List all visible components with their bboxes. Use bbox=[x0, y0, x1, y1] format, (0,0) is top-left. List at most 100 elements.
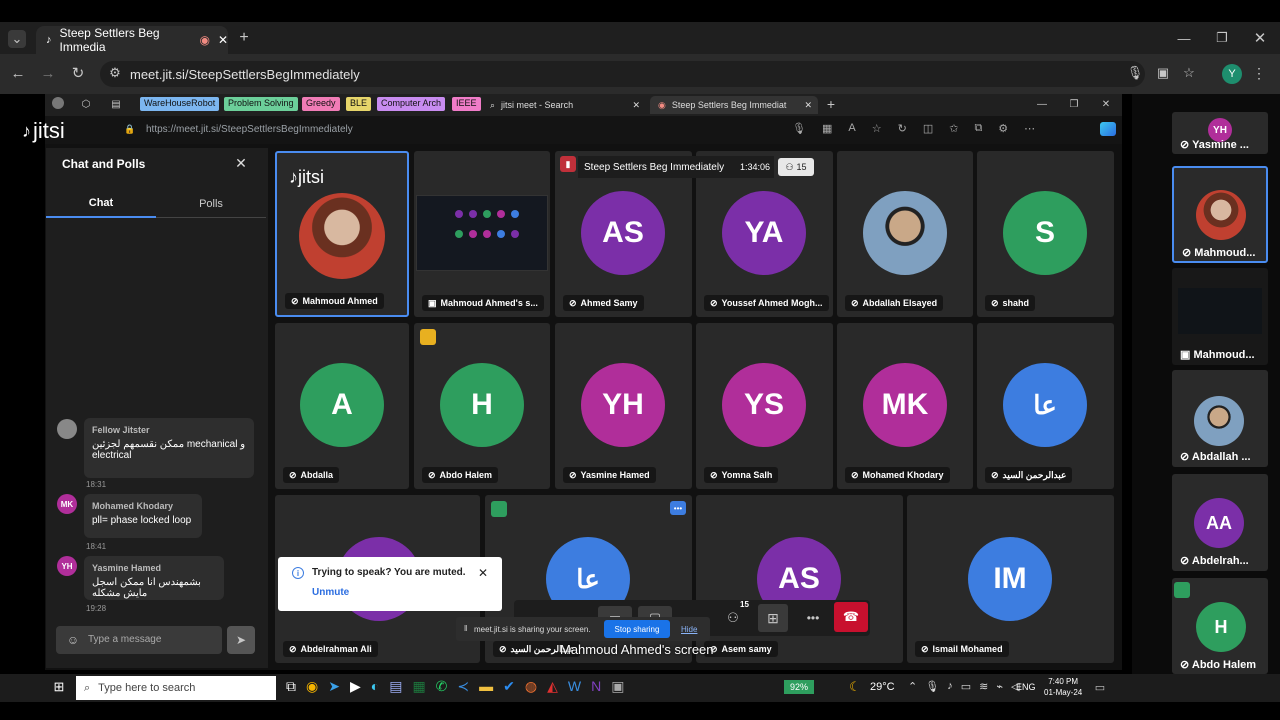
filmstrip-tile[interactable]: ⊘ Abdallah ... bbox=[1172, 370, 1268, 467]
battery-icon[interactable]: ▭ bbox=[961, 680, 971, 693]
todo-icon[interactable]: ✔ bbox=[503, 678, 515, 695]
close-window-button[interactable]: ✕ bbox=[1100, 98, 1112, 110]
new-tab-button[interactable]: + bbox=[236, 29, 252, 46]
media-player-icon[interactable]: ▶ bbox=[350, 678, 361, 695]
chrome-icon[interactable]: ◉ bbox=[306, 678, 318, 695]
menu-icon[interactable]: ⋮ bbox=[1252, 65, 1266, 81]
participant-tile[interactable]: IM ⊘ Ismail Mohamed bbox=[907, 495, 1114, 663]
apps-icon[interactable]: ▦ bbox=[822, 122, 832, 135]
minimize-button[interactable]: — bbox=[1176, 30, 1192, 46]
stop-sharing-button[interactable]: Stop sharing bbox=[604, 620, 670, 638]
extensions-icon[interactable]: ⚙ bbox=[998, 122, 1008, 135]
hide-button[interactable]: Hide bbox=[681, 625, 697, 634]
bookmark-tab[interactable]: IEEE bbox=[452, 97, 481, 111]
chat-input[interactable]: ☺ Type a message bbox=[56, 626, 222, 654]
minimize-button[interactable]: — bbox=[1036, 98, 1048, 110]
windows-start-icon[interactable]: ⊞ bbox=[52, 679, 66, 694]
filmstrip-tile[interactable]: ▣ Mahmoud... bbox=[1172, 268, 1268, 365]
acrobat-icon[interactable]: ◭ bbox=[547, 678, 558, 695]
close-tab-icon[interactable]: ✕ bbox=[218, 33, 228, 47]
participant-tile[interactable]: S ⊘ shahd bbox=[977, 151, 1114, 317]
microphone-icon[interactable]: 🎙 bbox=[925, 680, 939, 693]
bookmark-star-icon[interactable]: ☆ bbox=[1182, 65, 1196, 80]
filmstrip-tile[interactable]: H ⊘ Abdo Halem bbox=[1172, 578, 1268, 674]
bookmark-tab[interactable]: Computer Arch bbox=[377, 97, 446, 111]
copilot-icon[interactable] bbox=[1100, 122, 1116, 136]
word-icon[interactable]: W bbox=[568, 678, 581, 695]
read-aloud-icon[interactable]: A bbox=[848, 122, 855, 135]
cast-icon[interactable]: ▣ bbox=[1156, 65, 1170, 80]
participant-tile[interactable]: AS ⊘ Asem samy bbox=[696, 495, 903, 663]
participant-tile[interactable]: YS ⊘ Yomna Salh bbox=[696, 323, 833, 489]
wifi-icon[interactable]: ≋ bbox=[979, 680, 988, 693]
filmstrip-tile[interactable]: YH ⊘ Yasmine ... bbox=[1172, 112, 1268, 154]
site-info-icon[interactable]: ⚙ bbox=[108, 65, 122, 80]
edge-profile-icon[interactable] bbox=[52, 97, 64, 109]
refresh-icon[interactable]: ↻ bbox=[898, 122, 907, 135]
emoji-icon[interactable]: ☺ bbox=[66, 633, 80, 647]
language-indicator[interactable]: ENG bbox=[1016, 682, 1036, 692]
bookmark-tab[interactable]: WareHouseRobot bbox=[140, 97, 220, 111]
more-actions-button[interactable]: ••• bbox=[798, 606, 828, 630]
address-bar[interactable]: meet.jit.si/SteepSettlersBegImmediately bbox=[100, 61, 1145, 87]
edge-icon[interactable]: ◐ bbox=[371, 678, 379, 695]
close-notification-icon[interactable]: ✕ bbox=[478, 566, 488, 580]
file-explorer-icon[interactable]: ▬ bbox=[479, 678, 493, 695]
edge-tab-meeting[interactable]: ◉ Steep Settlers Beg Immediat ✕ bbox=[650, 96, 818, 114]
edge-tab-search[interactable]: ⌕ jitsi meet - Search ✕ bbox=[482, 96, 646, 114]
weather-icon[interactable]: ☾ bbox=[848, 679, 862, 694]
edge-workspaces-icon[interactable]: ⬡ bbox=[80, 98, 92, 110]
browser-tab[interactable]: ♪ Steep Settlers Beg Immedia ◉ ✕ bbox=[36, 26, 228, 54]
drag-handle-icon[interactable]: ‖ bbox=[464, 624, 467, 633]
favorites-icon[interactable]: ✩ bbox=[949, 122, 958, 135]
participant-count-badge[interactable]: ⚇ 15 bbox=[778, 158, 814, 176]
volume-icon[interactable]: ♪ bbox=[947, 680, 953, 693]
edge-url-text[interactable]: https://meet.jit.si/SteepSettlersBegImme… bbox=[146, 124, 353, 135]
edge-tab-actions-icon[interactable]: ▤ bbox=[110, 98, 122, 110]
bookmark-tab[interactable]: BLE bbox=[346, 97, 372, 111]
task-view-icon[interactable]: ⧉ bbox=[286, 678, 296, 695]
close-tab-icon[interactable]: ✕ bbox=[632, 100, 646, 111]
chevron-up-icon[interactable]: ⌃ bbox=[908, 680, 917, 693]
participant-tile[interactable]: ♪jitsi ⊘ Mahmoud Ahmed bbox=[275, 151, 409, 317]
close-window-button[interactable]: ✕ bbox=[1252, 30, 1268, 47]
weather-temp[interactable]: 29°C bbox=[870, 681, 895, 693]
participant-tile[interactable]: ⊘ Abdallah Elsayed bbox=[837, 151, 973, 317]
tab-polls[interactable]: Polls bbox=[156, 190, 266, 218]
split-screen-icon[interactable]: ◫ bbox=[923, 122, 933, 135]
unmute-button[interactable]: Unmute bbox=[312, 587, 349, 598]
leave-call-button[interactable]: ☎ bbox=[834, 602, 868, 632]
filmstrip-tile[interactable]: ⊘ Mahmoud... bbox=[1172, 166, 1268, 263]
forward-icon[interactable]: → bbox=[40, 65, 56, 82]
clock[interactable]: 7:40 PM 01-May-24 bbox=[1044, 676, 1082, 698]
onenote-icon[interactable]: N bbox=[591, 678, 601, 695]
telegram-icon[interactable]: ➤ bbox=[328, 678, 340, 695]
taskbar-search[interactable]: ⌕ Type here to search bbox=[76, 676, 276, 700]
participants-button[interactable]: ⚇ bbox=[718, 606, 748, 630]
firefox-icon[interactable]: ◍ bbox=[525, 678, 537, 695]
microphone-icon[interactable]: 🎙 bbox=[1127, 65, 1144, 80]
close-tab-icon[interactable]: ✕ bbox=[804, 100, 818, 111]
notepad-icon[interactable]: ▤ bbox=[389, 678, 402, 695]
microphone-icon[interactable]: 🎙 bbox=[792, 122, 806, 135]
bookmark-tab[interactable]: Problem Solving bbox=[224, 97, 298, 111]
participant-tile[interactable]: MK ⊘ Mohamed Khodary bbox=[837, 323, 973, 489]
close-chat-icon[interactable]: ✕ bbox=[234, 155, 248, 171]
photos-icon[interactable]: ▣ bbox=[611, 678, 624, 695]
vscode-icon[interactable]: ≺ bbox=[457, 678, 469, 695]
favorite-star-icon[interactable]: ☆ bbox=[872, 122, 882, 135]
battery-indicator[interactable]: 92% bbox=[784, 680, 814, 694]
participant-tile[interactable]: H ⊘ Abdo Halem bbox=[414, 323, 550, 489]
excel-icon[interactable]: ▦ bbox=[412, 678, 425, 695]
participant-tile[interactable]: A ⊘ Abdalla bbox=[275, 323, 409, 489]
whatsapp-icon[interactable]: ✆ bbox=[436, 678, 448, 695]
back-icon[interactable]: ← bbox=[10, 65, 26, 82]
maximize-button[interactable]: ❐ bbox=[1068, 98, 1080, 110]
maximize-button[interactable]: ❐ bbox=[1214, 30, 1230, 46]
more-icon[interactable]: ⋯ bbox=[1024, 122, 1035, 135]
notification-icon[interactable]: ▭ bbox=[1092, 680, 1108, 694]
filmstrip-tile[interactable]: AA ⊘ Abdelrah... bbox=[1172, 474, 1268, 571]
send-button[interactable]: ➤ bbox=[227, 626, 255, 654]
tile-view-button[interactable]: ⊞ bbox=[758, 604, 788, 632]
reload-icon[interactable]: ↻ bbox=[70, 65, 86, 82]
